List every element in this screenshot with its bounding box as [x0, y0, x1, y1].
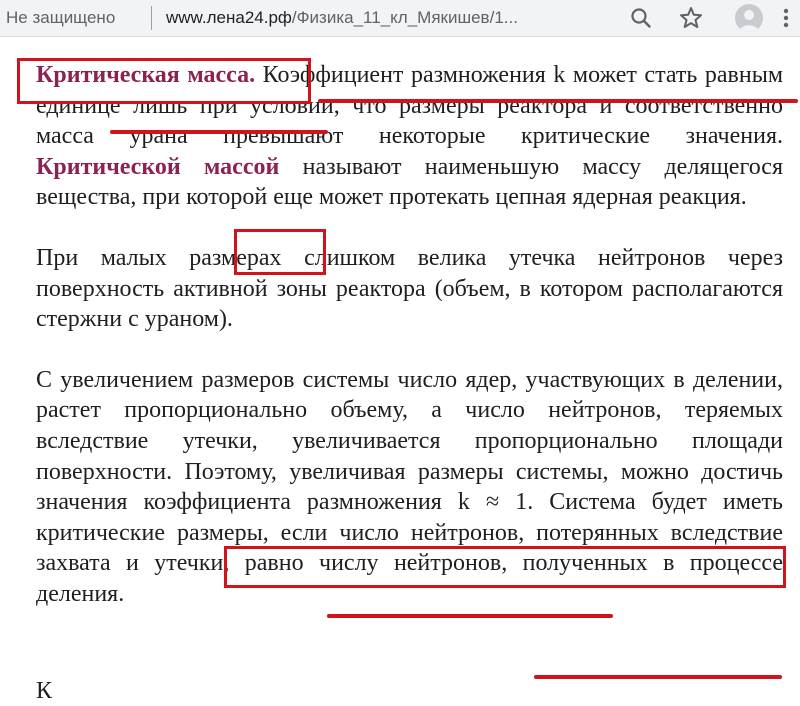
- term-critical-mass-definition: Критической массой: [36, 153, 280, 180]
- address-bar[interactable]: Не защищено www.лена24.рф/Физика_11_кл_М…: [0, 0, 800, 37]
- annotation-underline-critical-sizes: [327, 614, 613, 618]
- url-host: www.лена24.рф: [166, 8, 292, 27]
- annotation-underline-coefficient: [318, 99, 798, 103]
- annotation-box-k-value: [224, 546, 786, 588]
- avatar-icon[interactable]: [735, 4, 763, 32]
- security-status[interactable]: Не защищено: [6, 8, 115, 28]
- annotation-underline-fission-process: [534, 675, 782, 679]
- address-divider: [151, 6, 152, 30]
- menu-icon[interactable]: [780, 6, 792, 30]
- url-path: /Физика_11_кл_Мякишев/1...: [291, 8, 518, 27]
- article-body: Критическая масса. Коэффициент размножен…: [36, 60, 783, 610]
- search-icon[interactable]: [626, 3, 656, 33]
- annotation-box-chain: [234, 229, 326, 275]
- annotation-underline-equal-unity: [110, 130, 328, 134]
- annotation-box-term: [17, 58, 311, 104]
- paragraph-neutron-leak: При малых размерах слишком велика утечка…: [36, 244, 783, 333]
- url-text[interactable]: www.лена24.рф/Физика_11_кл_Мякишев/1...: [166, 8, 518, 28]
- star-icon[interactable]: [676, 3, 706, 33]
- cut-off-text: К: [36, 678, 53, 704]
